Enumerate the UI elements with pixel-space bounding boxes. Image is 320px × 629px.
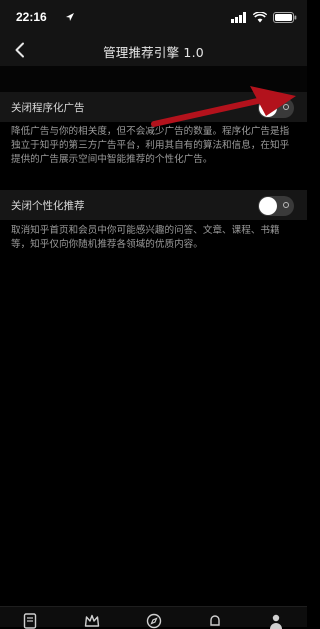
personalized-recommendation-toggle[interactable] xyxy=(258,196,294,216)
toggle-knob xyxy=(259,99,277,117)
compass-icon[interactable] xyxy=(146,613,162,629)
setting-description: 降低广告与你的相关度，但不会减少广告的数量。程序化广告是指独立于知乎的第三方广告… xyxy=(11,126,290,165)
setting-row-personalized-recommendation: 关闭个性化推荐 xyxy=(0,190,307,220)
document-icon[interactable] xyxy=(22,613,38,629)
bell-icon[interactable] xyxy=(207,613,223,629)
crown-icon[interactable] xyxy=(84,613,100,629)
setting-label: 关闭程序化广告 xyxy=(11,102,85,114)
status-time: 22:16 xyxy=(16,10,47,24)
wifi-icon xyxy=(253,11,267,22)
tab-bar xyxy=(0,606,307,629)
toggle-off-indicator xyxy=(283,104,289,110)
signal-icon xyxy=(231,11,246,23)
page-title: 管理推荐引擎 1.0 xyxy=(103,45,204,60)
status-indicators xyxy=(231,10,297,24)
setting-row-programmatic-ads: 关闭程序化广告 xyxy=(0,92,307,122)
status-bar: 22:16 xyxy=(0,0,307,34)
nav-bar: 管理推荐引擎 1.0 xyxy=(0,34,307,66)
location-icon xyxy=(66,13,74,21)
setting-label: 关闭个性化推荐 xyxy=(11,200,85,212)
toggle-knob xyxy=(259,197,277,215)
section-spacer xyxy=(0,66,307,92)
person-icon[interactable] xyxy=(268,613,284,629)
setting-description: 取消知乎首页和会员中你可能感兴趣的问答、文章、课程、书籍等，知乎仅向你随机推荐各… xyxy=(11,225,280,250)
toggle-off-indicator xyxy=(283,202,289,208)
programmatic-ads-toggle[interactable] xyxy=(258,98,294,118)
battery-icon xyxy=(273,11,297,23)
